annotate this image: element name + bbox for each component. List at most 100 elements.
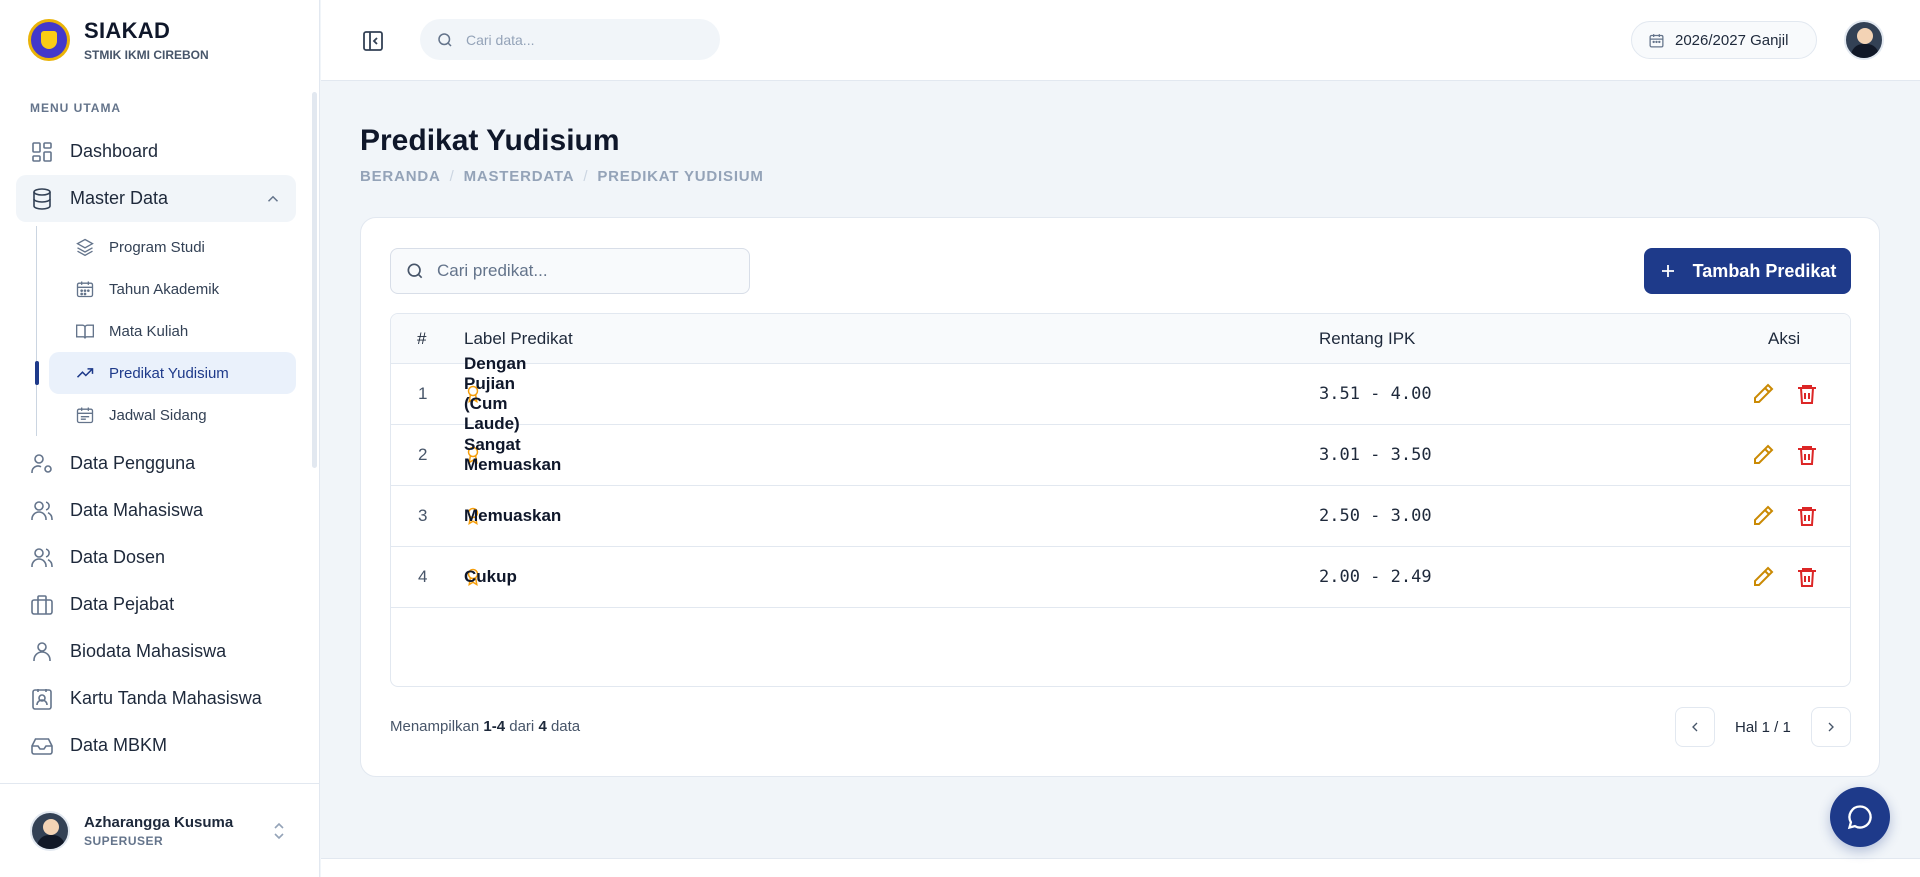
row-number: 1 [418,384,428,403]
row-label: Cukup [464,567,517,587]
sidebar-item-label: Dashboard [70,141,159,161]
sidebar-item-tahun-akademik[interactable]: Tahun Akademik [49,268,296,310]
table-row: 4 Cukup 2.00 - 2.49 [391,547,1850,608]
row-actions [1751,565,1819,589]
user-menu[interactable]: Azharangga Kusuma SUPERUSER [0,783,320,877]
row-number: 4 [418,567,428,586]
delete-icon[interactable] [1795,443,1819,467]
row-label: Memuaskan [464,506,561,526]
sidebar-item-label: Jadwal Sidang [109,406,207,424]
sidebar-scrollbar[interactable] [312,92,317,468]
grid-icon [32,141,52,162]
chat-bubble-icon [1847,805,1872,830]
ipk-range: 2.00 - 2.49 [1319,567,1432,587]
id-card-icon [32,688,52,710]
global-search-input[interactable] [466,31,686,48]
chevron-up-down-icon [274,822,284,840]
breadcrumb-item-masterdata[interactable]: MASTERDATA [464,168,575,185]
add-predikat-label: Tambah Predikat [1692,260,1837,281]
calendar-check-icon [76,407,94,424]
ipk-range: 2.50 - 3.00 [1319,506,1432,526]
brand[interactable]: SIAKAD STMIK IKMI CIREBON [28,18,209,62]
prev-page-button[interactable] [1675,707,1715,747]
table-row: 1 Dengan Pujian (Cum Laude) 3.51 - 4.00 [391,354,1850,433]
predikat-label: Dengan Pujian (Cum Laude) [464,354,527,433]
next-page-button[interactable] [1810,707,1851,747]
global-search[interactable] [420,19,720,60]
sidebar-item-label: Data Dosen [70,547,166,567]
edit-icon[interactable] [1751,565,1775,589]
breadcrumb-item-beranda[interactable]: BERANDA [360,168,441,185]
breadcrumb-separator: / [449,168,455,185]
delete-icon[interactable] [1795,565,1819,589]
sidebar-item-predikat-yudisium[interactable]: Predikat Yudisium [35,352,296,394]
sidebar-item-master-data[interactable]: Master Data [16,175,296,222]
page-indicator: Hal 1 / 1 [1735,718,1791,736]
sidebar-item-data-pengguna[interactable]: Data Pengguna [16,440,296,487]
chevron-right-icon [1828,722,1834,732]
sidebar-item-data-mbkm[interactable]: Data MBKM [16,722,296,769]
brand-title: SIAKAD [84,18,171,43]
row-number: 2 [418,445,428,464]
sidebar-item-data-pejabat[interactable]: Data Pejabat [16,581,296,628]
sidebar-item-label: Mata Kuliah [109,322,189,340]
column-header-no: # [417,328,427,348]
delete-icon[interactable] [1795,382,1819,406]
footer-bar [321,858,1920,877]
ipk-range: 3.01 - 3.50 [1319,445,1432,465]
summary-total: 4 [538,718,547,735]
breadcrumb: BERANDA / MASTERDATA / PREDIKAT YUDISIUM [360,168,764,185]
sidebar-item-mata-kuliah[interactable]: Mata Kuliah [49,310,296,352]
sidebar-item-label: Kartu Tanda Mahasiswa [70,688,262,708]
sidebar-item-label: Tahun Akademik [109,280,220,298]
column-header-range: Rentang IPK [1319,328,1416,348]
row-actions [1751,504,1819,528]
sidebar-item-label: Data Mahasiswa [70,500,204,520]
sidebar-item-label: Master Data [70,188,169,208]
sidebar-item-data-dosen[interactable]: Data Dosen [16,534,296,581]
sidebar-item-label: Program Studi [109,238,205,256]
delete-icon[interactable] [1795,504,1819,528]
edit-icon[interactable] [1751,504,1775,528]
sidebar-item-dashboard[interactable]: Dashboard [16,128,296,175]
sidebar-item-program-studi[interactable]: Program Studi [49,226,296,268]
user-cog-icon [31,453,52,473]
page-title: Predikat Yudisium [360,124,620,157]
predikat-search-input[interactable] [437,261,727,281]
institution-logo [28,19,70,61]
predikat-label: Memuaskan [464,506,562,525]
sidebar-item-label: Biodata Mahasiswa [70,641,227,661]
sidebar-item-kartu-tanda-mahasiswa[interactable]: Kartu Tanda Mahasiswa [16,675,296,722]
table-row: 2 Sangat Memuaskan 3.01 - 3.50 [391,425,1850,486]
sidebar-item-biodata-mahasiswa[interactable]: Biodata Mahasiswa [16,628,296,675]
table-row: 3 Memuaskan 2.50 - 3.00 [391,486,1850,547]
edit-icon[interactable] [1751,382,1775,406]
add-predikat-button[interactable]: Tambah Predikat [1644,248,1851,294]
academic-year-selector[interactable]: 2026/2027 Ganjil [1631,21,1817,59]
sidebar: SIAKAD STMIK IKMI CIREBON MENU UTAMA Das… [0,0,320,877]
users-icon [31,547,53,567]
sidebar-item-data-mahasiswa[interactable]: Data Mahasiswa [16,487,296,534]
calendar-icon [76,281,94,298]
users-icon [31,500,53,520]
sidebar-item-jadwal-sidang[interactable]: Jadwal Sidang [49,394,296,436]
avatar [30,810,70,851]
summary-suffix: data [550,718,581,735]
edit-icon[interactable] [1751,443,1775,467]
predikat-table: # Label Predikat Rentang IPK Aksi 1 Deng… [390,313,1851,687]
row-actions [1751,443,1819,467]
predikat-card: Tambah Predikat # Label Predikat Rentang… [360,217,1880,777]
brand-subtitle: STMIK IKMI CIREBON [84,48,209,62]
trending-up-icon [76,368,94,378]
sidebar-toggle-icon[interactable] [361,29,385,53]
header-avatar[interactable] [1844,20,1884,60]
top-header: 2026/2027 Ganjil [321,0,1920,81]
row-label: Sangat Memuaskan [464,435,561,474]
pagination-summary: Menampilkan 1-4 dari 4 data [390,718,580,735]
chevron-up-icon [267,195,279,202]
predikat-search[interactable] [390,248,750,294]
column-header-label: Label Predikat [464,328,573,348]
table-header: # Label Predikat Rentang IPK Aksi [391,314,1850,364]
breadcrumb-item-current: PREDIKAT YUDISIUM [597,168,764,185]
chat-button[interactable] [1830,787,1890,847]
